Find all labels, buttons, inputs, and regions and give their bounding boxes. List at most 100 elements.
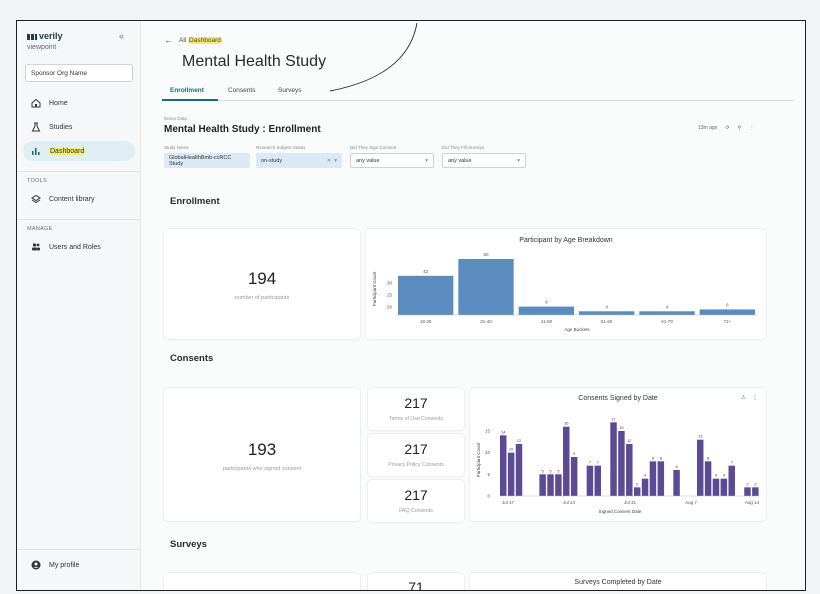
filter-label: Study Name [164,145,189,150]
bar-data-label: 15 [619,425,624,430]
filter-filled-surveys-input[interactable]: any value ▾ [442,153,526,168]
profile-icon [31,560,41,570]
app-window: verily viewpoint « Sponsor Org Name Home… [16,20,806,591]
consent-count-card: 193 participants who signed consent [164,388,360,521]
bar-data-label: 12 [517,438,522,443]
filter-study-name: Study Name GlobalHealthBmb-ccRCC Study [164,145,250,168]
chevron-down-icon: ▾ [425,157,428,164]
age-breakdown-chart: 42 18-30 60 31-40 9 41-50 4 51-60 4 61-70 6 71+ 20 25… [372,252,758,332]
bar-data-label: 6 [675,464,678,469]
filter-icon[interactable]: ⚲ [738,125,742,131]
bar-data-label: 10 [509,447,514,452]
x-tick-label: 61-70 [661,319,673,324]
bar-data-label: 6 [726,302,729,307]
enrollment-count-card: 194 number of participants [164,229,360,339]
consent-bar [744,487,751,496]
privacy-consent-value: 217 [404,441,428,457]
consent-bar [649,461,657,496]
consents-heading: Consents [170,353,214,364]
x-tick-label: 71+ [724,319,732,324]
clear-icon[interactable]: ✕ [327,158,332,164]
chevron-down-icon: ▾ [517,157,520,164]
x-tick-label: 31-40 [480,319,492,324]
x-tick-label: Jul 24 [563,500,576,505]
bar-data-label: 14 [501,429,506,434]
logo[interactable]: verily viewpoint [27,31,63,53]
consent-bar [626,444,633,496]
sidebar-item-users-roles[interactable]: Users and Roles [23,237,135,257]
last-updated: 13m ago [698,125,718,131]
filter-study-name-input[interactable]: GlobalHealthBmb-ccRCC Study [164,153,250,168]
tab-consents[interactable]: Consents [228,87,255,94]
bar-data-label: 7 [731,460,734,465]
terms-consent-card: 217 Terms of Use Consents [368,388,464,430]
back-link[interactable]: ← All Dashboard [164,35,222,45]
bar-data-label: 2 [754,481,757,486]
filter-subject-status: Research Subject Status on-study ✕ ▾ [256,145,342,168]
faq-consent-card: 217 FAQ Consents [368,480,464,522]
logo-text: verily [39,31,63,41]
y-tick-label: 20 [387,305,393,310]
back-link-label: Dashboard [188,36,222,44]
y-tick-label: 5 [487,472,490,477]
sidebar-item-studies[interactable]: Studies [23,117,135,137]
collapse-sidebar-icon[interactable]: « [119,31,124,41]
sidebar-item-home[interactable]: Home [23,93,135,113]
home-icon [31,98,41,108]
filter-value: on-study [261,157,283,164]
x-tick-label: 18-30 [420,319,432,324]
x-tick-label: 51-60 [601,319,613,324]
y-tick-label: 15 [485,429,491,434]
consent-bar [728,465,735,496]
x-axis-label: Age Buckets [564,327,590,332]
consent-count-caption: participants who signed consent [222,466,302,472]
enrollment-heading: Enrollment [170,196,220,207]
bar-data-label: 12 [627,438,632,443]
consent-bar [586,465,594,496]
bar-data-label: 9 [573,451,576,456]
arrow-left-icon: ← [164,35,173,45]
bar-data-label: 8 [707,455,710,460]
sidebar-item-label: Dashboard [49,147,86,155]
bar-data-label: 4 [605,304,608,309]
filter-label: Did They Sign Consent [350,145,397,150]
consent-bar [539,474,546,496]
demo-caption: Demo Data [164,116,187,121]
terms-consent-caption: Terms of Use Consents [389,416,443,422]
sidebar-divider [17,219,141,220]
active-tab-indicator [162,99,218,101]
manage-section-label: MANAGE [27,226,53,232]
refresh-icon[interactable]: ⟳ [725,125,729,131]
consent-bar [618,431,625,496]
sidebar-item-dashboard[interactable]: Dashboard [23,141,135,161]
survey-count-card [164,573,360,590]
org-selector[interactable]: Sponsor Org Name [25,64,133,82]
dashboard-title: Mental Health Study : Enrollment [164,124,321,135]
consent-bar [610,422,617,496]
bar-data-label: 8 [660,455,663,460]
sidebar: verily viewpoint « Sponsor Org Name Home… [17,21,141,590]
bar-data-label: 4 [666,304,669,309]
tab-bar: Enrollment Consents Surveys [162,85,794,101]
consent-bar [712,478,720,496]
age-bar [398,275,454,315]
tab-enrollment[interactable]: Enrollment [170,87,204,94]
y-tick-label: 10 [485,450,491,455]
y-axis-label: Participant Count [372,271,377,306]
filter-subject-status-input[interactable]: on-study ✕ ▾ [256,153,342,168]
sidebar-item-content-library[interactable]: Content library [23,189,135,209]
bar-data-label: 17 [611,416,616,421]
sidebar-item-my-profile[interactable]: My profile [23,555,135,575]
tab-surveys[interactable]: Surveys [278,87,301,94]
filter-signed-consent-input[interactable]: any value ▾ [350,153,434,168]
chevron-down-icon[interactable]: ▾ [334,158,337,164]
x-tick-label: Aug 14 [745,500,760,505]
consent-date-chart-card: Consents Signed by Date ⚠ ⋮ 0 5 10 15 14 10 12… [470,388,766,521]
filter-value: any value [448,157,472,164]
bar-data-label: 42 [423,269,429,274]
participant-count: 194 [247,269,277,288]
dashboard-toolbar: 13m ago ⟳ ⚲ ⋮ [698,125,754,131]
more-vert-icon[interactable]: ⋮ [749,125,754,131]
consent-bar [515,444,523,496]
bar-data-label: 5 [557,468,560,473]
